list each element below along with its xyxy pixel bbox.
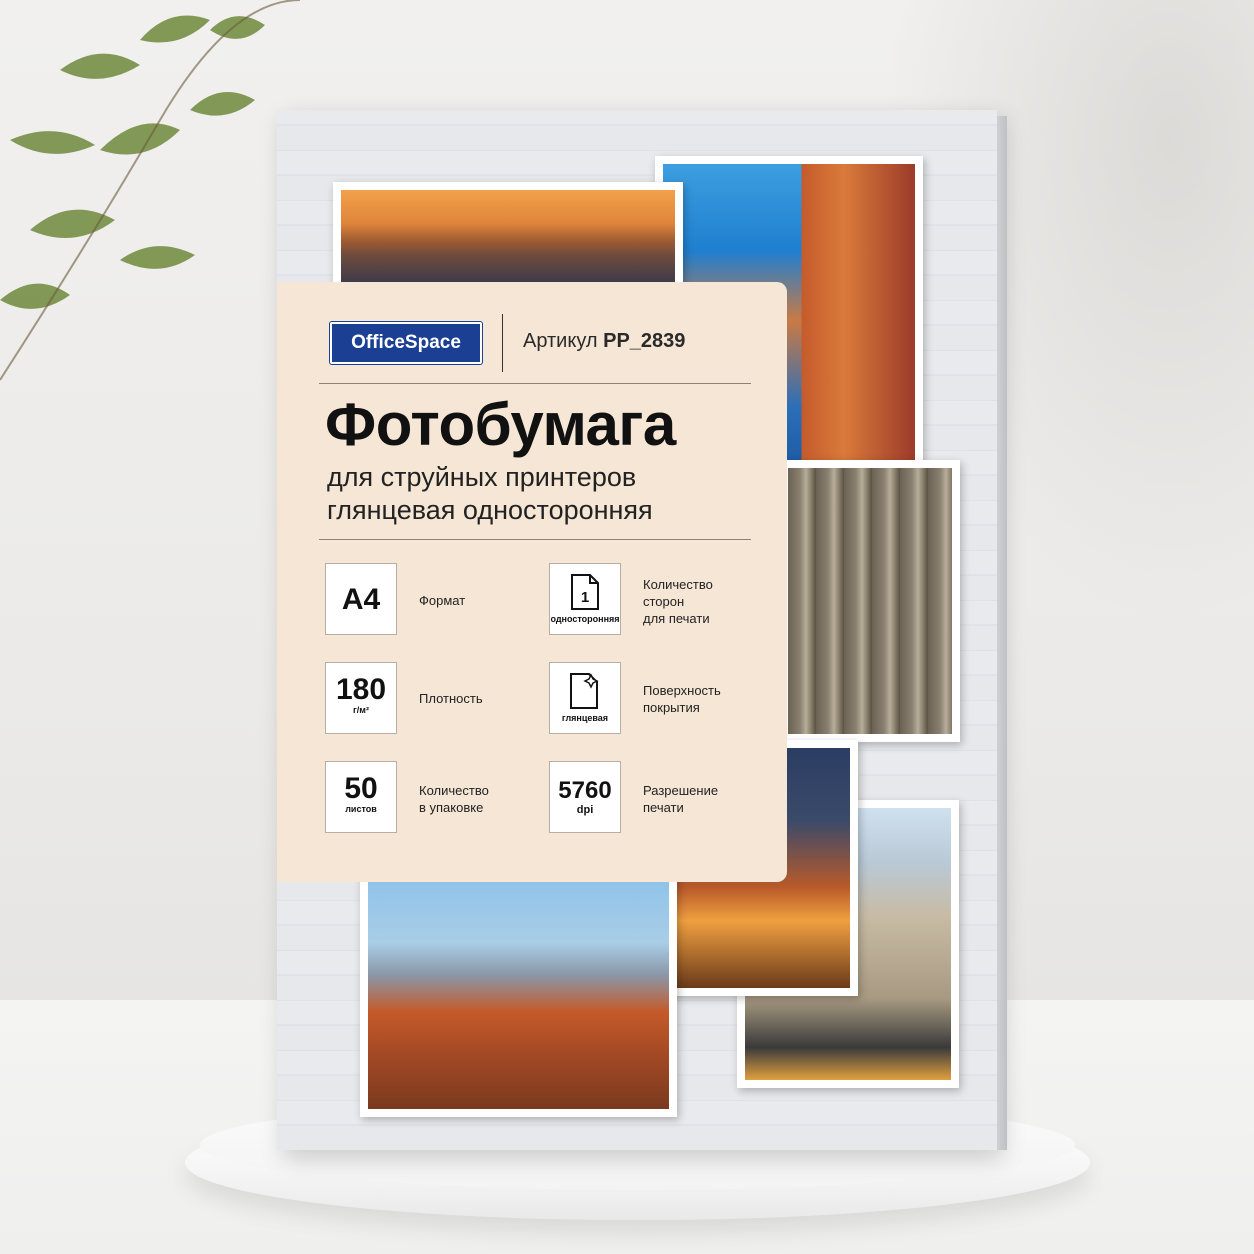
spec-resolution-value: 5760 — [558, 777, 612, 804]
spec-surface-label: Поверхность покрытия — [643, 682, 721, 716]
spec-quantity-unit: листов — [345, 804, 377, 814]
spec-surface-box: глянцевая — [549, 662, 621, 734]
spec-surface-caption: глянцевая — [561, 713, 609, 723]
spec-surface-label-2: покрытия — [643, 700, 700, 715]
spec-quantity-label: Количество в упаковке — [419, 782, 489, 816]
glossy-sheet-icon — [570, 673, 599, 709]
brand-logo: OfficeSpace — [330, 322, 482, 364]
photo-florence — [360, 870, 677, 1117]
spec-sides-label-2: сторон — [643, 594, 685, 609]
product-scene: OfficeSpace Артикул PP_2839 Фотобумага д… — [0, 0, 1254, 1254]
divider-bottom — [319, 539, 751, 540]
document-icon: 1 — [571, 574, 599, 610]
brand-divider — [502, 314, 503, 372]
spec-resolution-label: Разрешение печати — [643, 782, 718, 816]
article-number: PP_2839 — [603, 330, 686, 352]
spec-density-label: Плотность — [419, 691, 483, 706]
spec-format-value: A4 — [341, 583, 381, 616]
spec-sides-label-3: для печати — [643, 611, 710, 626]
product-subtitle-2: глянцевая односторонняя — [327, 495, 653, 525]
product-title: Фотобумага — [325, 391, 676, 458]
spec-density-box: 180 г/м² — [325, 662, 397, 734]
spec-resolution-label-1: Разрешение — [643, 783, 719, 798]
product-label: OfficeSpace Артикул PP_2839 Фотобумага д… — [277, 282, 787, 882]
photo-cathedral — [780, 460, 960, 742]
article-info: Артикул PP_2839 — [523, 330, 685, 353]
spec-format-label: Формат — [419, 593, 466, 608]
spec-quantity-label-2: в упаковке — [419, 800, 484, 815]
product-subtitle-1: для струйных принтеров — [327, 462, 637, 492]
spec-density-value: 180 — [335, 673, 387, 706]
spec-quantity-value: 50 — [344, 772, 378, 805]
spec-sides-box: 1 односторонняя — [549, 563, 621, 635]
spec-quantity-box: 50 листов — [325, 761, 397, 833]
spec-format-box: A4 — [325, 563, 397, 635]
spec-sides-caption: односторонняя — [550, 614, 620, 624]
photo-bridge — [333, 182, 683, 292]
spec-resolution-label-2: печати — [643, 800, 684, 815]
spec-resolution-unit: dpi — [576, 804, 594, 816]
divider-top — [319, 383, 751, 384]
sides-number: 1 — [581, 589, 589, 606]
spec-resolution-box: 5760 dpi — [549, 761, 621, 833]
spec-quantity-label-1: Количество — [419, 783, 489, 798]
spec-surface-label-1: Поверхность — [643, 683, 721, 698]
spec-sides-label-1: Количество — [643, 577, 713, 592]
article-label: Артикул — [523, 330, 598, 352]
spec-density-unit: г/м² — [353, 705, 369, 715]
spec-sides-label: Количество сторон для печати — [643, 576, 713, 627]
